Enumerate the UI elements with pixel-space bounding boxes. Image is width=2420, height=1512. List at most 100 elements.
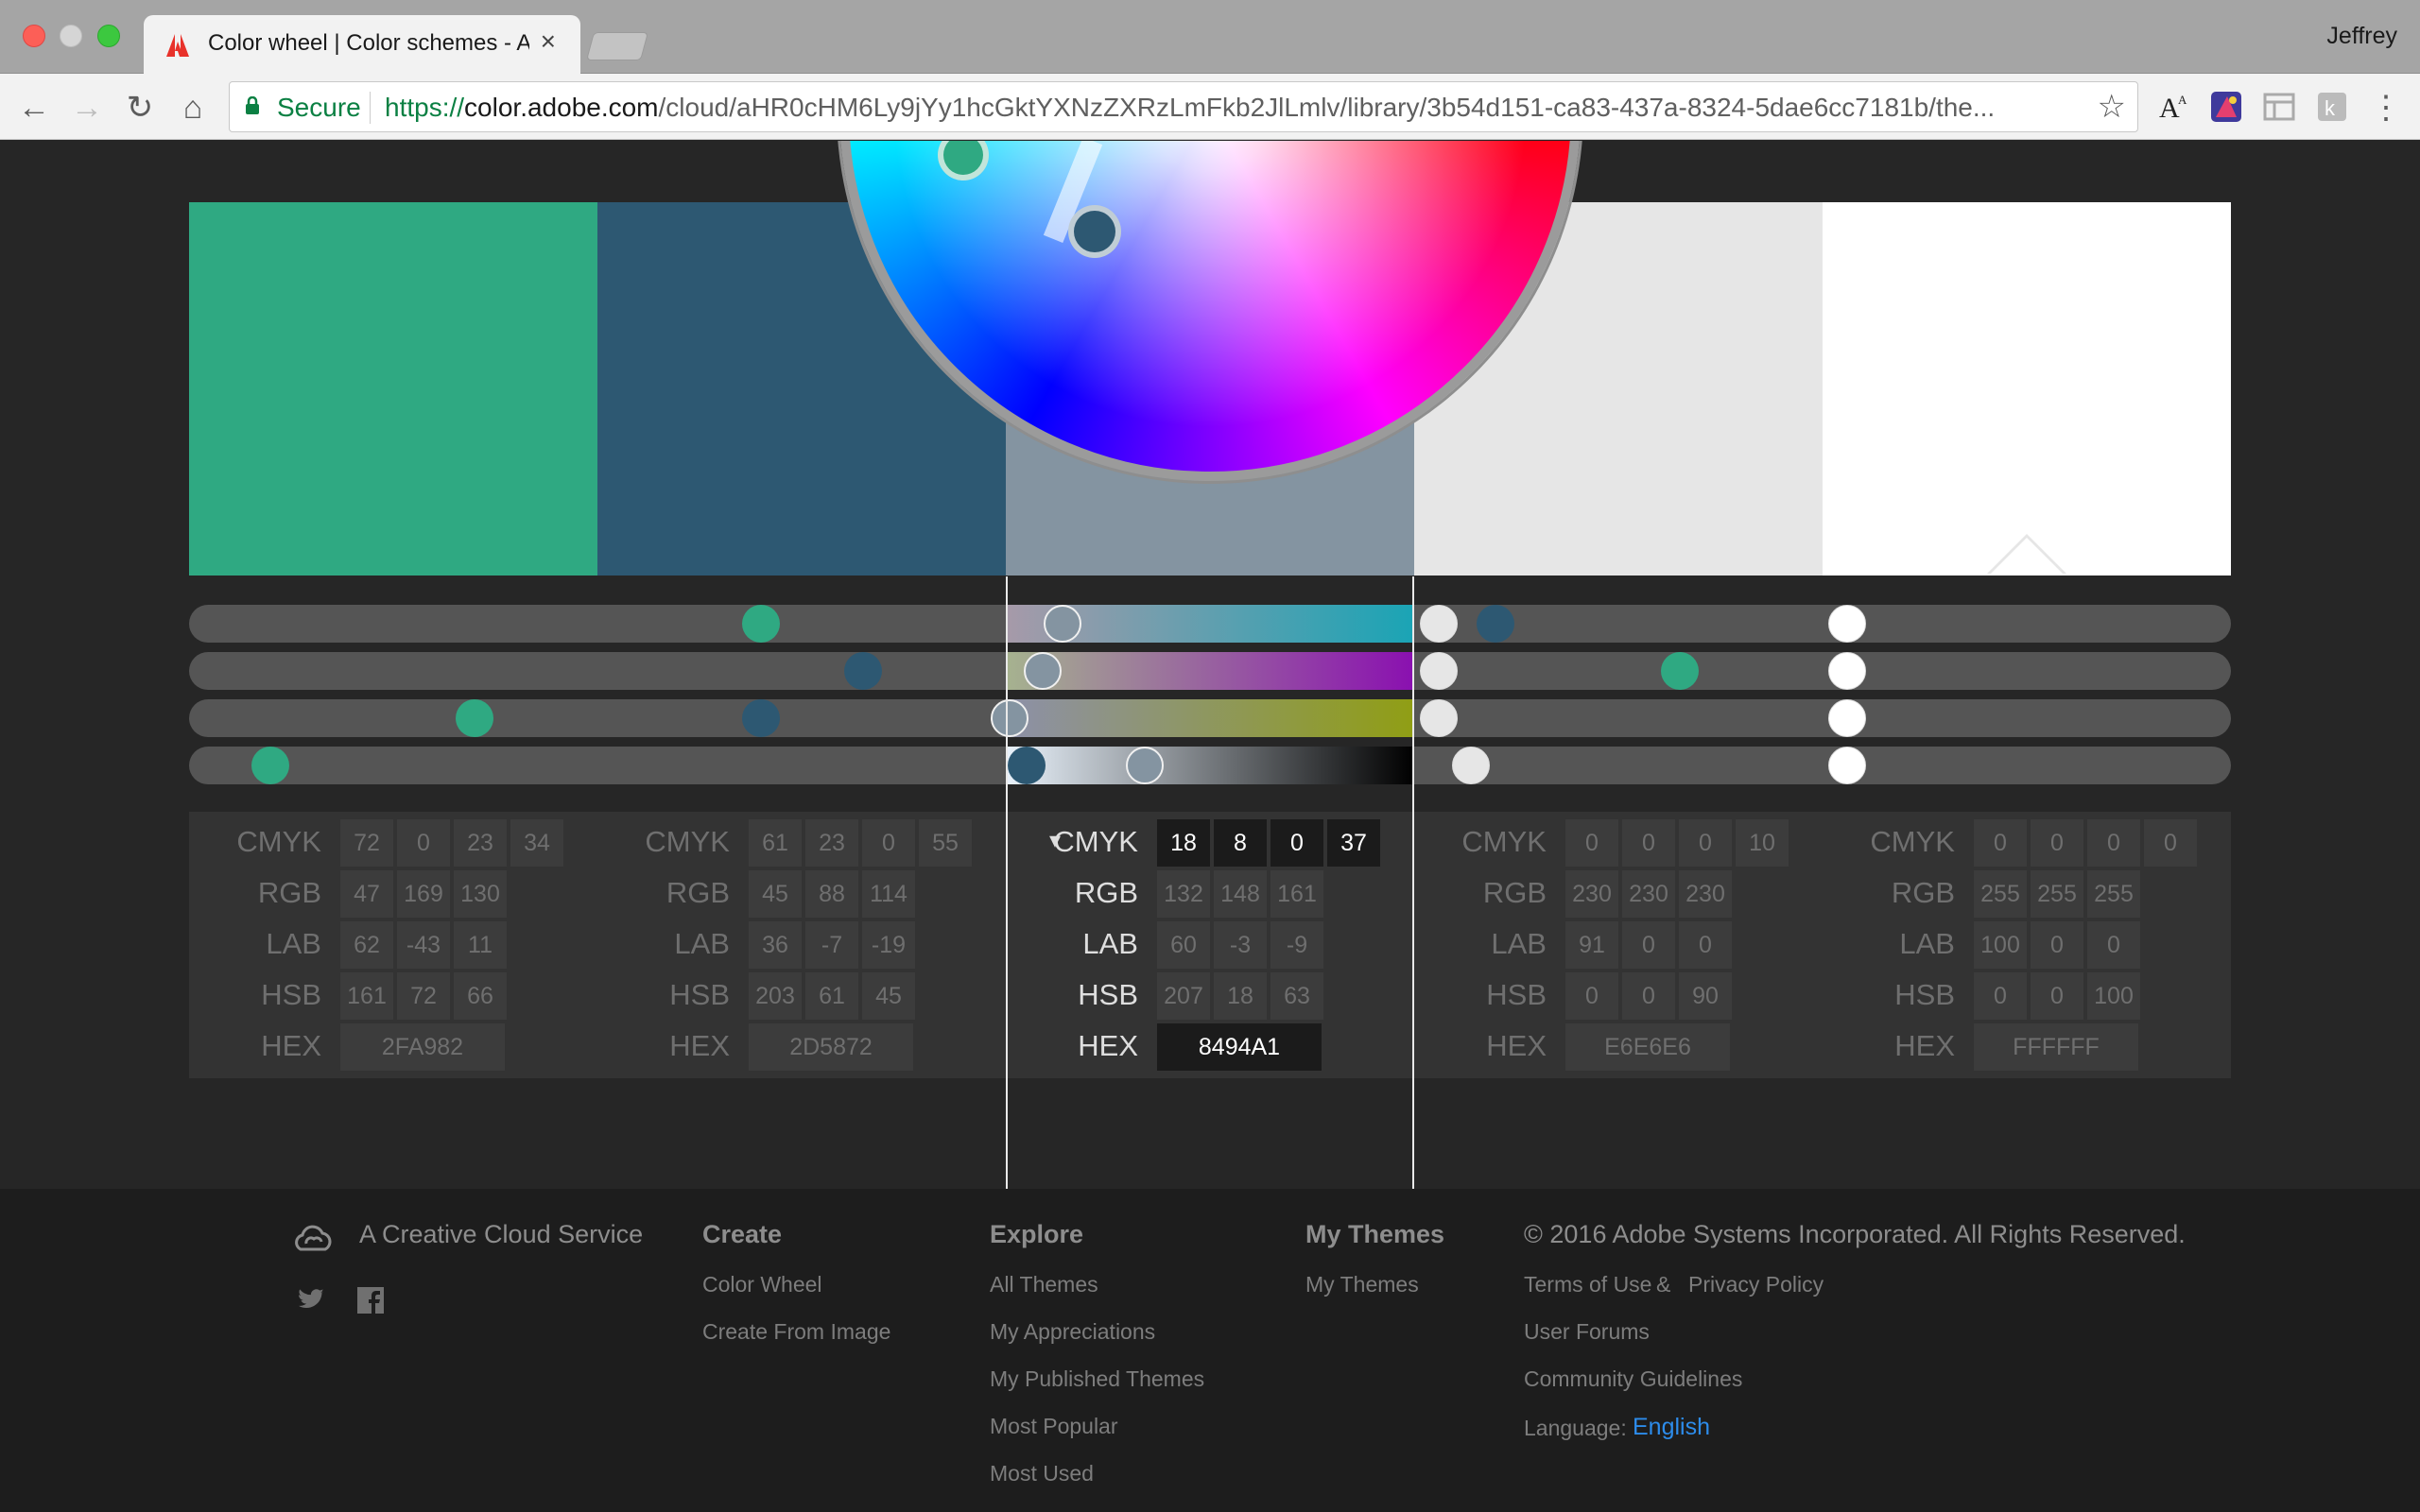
wheel-handle-blue[interactable]: [1068, 205, 1121, 258]
footer-link-color-wheel[interactable]: Color Wheel: [702, 1272, 822, 1297]
slider-knob[interactable]: [741, 605, 780, 643]
slider-knob[interactable]: [843, 652, 882, 690]
rgb-value-input[interactable]: 45: [749, 870, 802, 918]
browser-tab-active[interactable]: Color wheel | Color schemes - Adobe Colo…: [144, 15, 580, 74]
bookmark-star-icon[interactable]: ☆: [2098, 88, 2126, 126]
footer-link-create-from-image[interactable]: Create From Image: [702, 1319, 890, 1345]
hsb-value-input[interactable]: 61: [805, 972, 858, 1020]
back-icon[interactable]: ←: [13, 87, 55, 129]
hsb-value-input[interactable]: 90: [1679, 972, 1732, 1020]
lab-value-input[interactable]: -43: [397, 921, 450, 969]
lab-value-input[interactable]: 91: [1565, 921, 1618, 969]
rgb-value-input[interactable]: 169: [397, 870, 450, 918]
hsb-value-input[interactable]: 0: [1565, 972, 1618, 1020]
slider-knob[interactable]: [741, 699, 780, 737]
cmyk-value-input[interactable]: 23: [805, 819, 858, 867]
rgb-value-input[interactable]: 255: [2031, 870, 2083, 918]
kern-extension-icon[interactable]: k: [2314, 89, 2350, 125]
footer-link-user-forums[interactable]: User Forums: [1524, 1319, 1650, 1345]
hsb-value-input[interactable]: 100: [2087, 972, 2140, 1020]
cmyk-value-input[interactable]: 0: [862, 819, 915, 867]
cmyk-value-input[interactable]: 0: [397, 819, 450, 867]
footer-link-most-used[interactable]: Most Used: [990, 1461, 1094, 1486]
menu-icon[interactable]: ⋮: [2365, 87, 2407, 129]
slider-knob[interactable]: [1827, 605, 1866, 643]
cmyk-value-input[interactable]: 0: [1622, 819, 1675, 867]
footer-link-community-guidelines[interactable]: Community Guidelines: [1524, 1366, 1742, 1392]
hsb-value-input[interactable]: 66: [454, 972, 507, 1020]
slider-knob[interactable]: [1419, 699, 1458, 737]
footer-link-my-themes[interactable]: My Themes: [1305, 1272, 1419, 1297]
cmyk-value-input[interactable]: 0: [1679, 819, 1732, 867]
hex-input[interactable]: 2FA982: [340, 1023, 505, 1071]
rgb-value-input[interactable]: 230: [1565, 870, 1618, 918]
footer-link-all-themes[interactable]: All Themes: [990, 1272, 1098, 1297]
hex-input[interactable]: 2D5872: [749, 1023, 913, 1071]
hex-input[interactable]: FFFFFF: [1974, 1023, 2138, 1071]
lab-value-input[interactable]: 100: [1974, 921, 2027, 969]
slider-knob[interactable]: [1827, 652, 1866, 690]
lab-value-input[interactable]: -19: [862, 921, 915, 969]
language-selector[interactable]: English: [1633, 1414, 1710, 1441]
cmyk-value-input[interactable]: 0: [2144, 819, 2197, 867]
font-extension-icon[interactable]: A A: [2155, 89, 2191, 125]
url-text[interactable]: https://color.adobe.com/cloud/aHR0cHM6Ly…: [385, 93, 2058, 123]
cmyk-value-input[interactable]: 61: [749, 819, 802, 867]
footer-link-terms[interactable]: Terms of Use: [1524, 1272, 1651, 1297]
footer-link-my-published-themes[interactable]: My Published Themes: [990, 1366, 1204, 1392]
slider-knob[interactable]: [1660, 652, 1699, 690]
rgb-value-input[interactable]: 230: [1679, 870, 1732, 918]
hsb-value-input[interactable]: 0: [1974, 972, 2027, 1020]
slider-knob[interactable]: [1827, 699, 1866, 737]
slider-knob[interactable]: [1827, 747, 1866, 784]
rgb-value-input[interactable]: 230: [1622, 870, 1675, 918]
cmyk-value-input[interactable]: 0: [2087, 819, 2140, 867]
new-tab-button[interactable]: [585, 32, 649, 60]
rgb-value-input[interactable]: 255: [1974, 870, 2027, 918]
color-swatch-5[interactable]: [1823, 202, 2231, 576]
hsb-value-input[interactable]: 0: [1622, 972, 1675, 1020]
minimize-window-button[interactable]: [60, 25, 82, 47]
footer-link-my-appreciations[interactable]: My Appreciations: [990, 1319, 1155, 1345]
rgb-value-input[interactable]: 255: [2087, 870, 2140, 918]
lab-value-input[interactable]: 36: [749, 921, 802, 969]
cmyk-value-input[interactable]: 72: [340, 819, 393, 867]
cmyk-value-input[interactable]: 23: [454, 819, 507, 867]
layout-extension-icon[interactable]: [2261, 89, 2297, 125]
rgb-value-input[interactable]: 88: [805, 870, 858, 918]
tab-close-icon[interactable]: ×: [541, 26, 556, 57]
cmyk-value-input[interactable]: 10: [1736, 819, 1789, 867]
cmyk-value-input[interactable]: 55: [919, 819, 972, 867]
hex-input[interactable]: E6E6E6: [1565, 1023, 1730, 1071]
hsb-value-input[interactable]: 0: [2031, 972, 2083, 1020]
rgb-value-input[interactable]: 114: [862, 870, 915, 918]
lab-value-input[interactable]: 0: [1622, 921, 1675, 969]
colorzilla-extension-icon[interactable]: [2208, 89, 2244, 125]
reload-icon[interactable]: ↻: [119, 87, 161, 129]
home-icon[interactable]: ⌂: [172, 87, 214, 129]
color-swatch-1[interactable]: [189, 202, 597, 576]
hsb-value-input[interactable]: 161: [340, 972, 393, 1020]
slider-knob[interactable]: [1419, 652, 1458, 690]
hsb-value-input[interactable]: 203: [749, 972, 802, 1020]
cmyk-value-input[interactable]: 0: [2031, 819, 2083, 867]
address-bar[interactable]: Secure https://color.adobe.com/cloud/aHR…: [229, 81, 2138, 132]
profile-name[interactable]: Jeffrey: [2326, 23, 2397, 50]
rgb-value-input[interactable]: 130: [454, 870, 507, 918]
zoom-window-button[interactable]: [97, 25, 120, 47]
lab-value-input[interactable]: 62: [340, 921, 393, 969]
footer-link-privacy[interactable]: Privacy Policy: [1688, 1272, 1824, 1297]
hsb-value-input[interactable]: 72: [397, 972, 450, 1020]
lab-value-input[interactable]: 0: [2031, 921, 2083, 969]
forward-icon[interactable]: →: [66, 87, 108, 129]
hsb-value-input[interactable]: 45: [862, 972, 915, 1020]
cmyk-value-input[interactable]: 0: [1974, 819, 2027, 867]
facebook-icon[interactable]: [357, 1287, 384, 1314]
rgb-value-input[interactable]: 47: [340, 870, 393, 918]
cmyk-value-input[interactable]: 0: [1565, 819, 1618, 867]
lab-value-input[interactable]: 0: [2087, 921, 2140, 969]
lab-value-input[interactable]: 11: [454, 921, 507, 969]
footer-link-most-popular[interactable]: Most Popular: [990, 1414, 1118, 1439]
lab-value-input[interactable]: -7: [805, 921, 858, 969]
cmyk-value-input[interactable]: 34: [510, 819, 563, 867]
